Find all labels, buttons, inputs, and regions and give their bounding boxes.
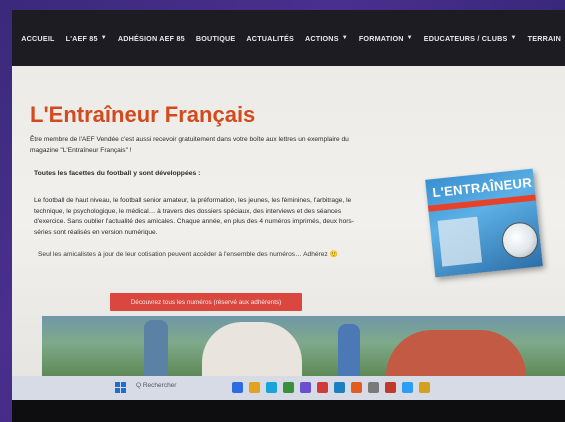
taskbar-app-icon[interactable] — [402, 382, 413, 393]
taskbar-app-icon[interactable] — [385, 382, 396, 393]
taskbar-app-icon[interactable] — [266, 382, 277, 393]
nav-item-label: ACTIONS — [304, 33, 339, 43]
taskbar-search-label: Q Rechercher — [136, 382, 177, 389]
facets-line: Le football de haut niveau, le football … — [34, 197, 352, 204]
football-training-photo — [42, 316, 565, 376]
nav-item[interactable]: FORMATION ▼ — [359, 34, 413, 43]
monitor-screen: ACCUEIL L'AEF 85 ▼ ADHÉSION AEF 85 BOUTIQUE A… — [12, 10, 565, 422]
nav-item[interactable]: ACTIONS ▼ — [305, 34, 348, 43]
nav-item-label: BOUTIQUE — [195, 33, 236, 43]
photo-person — [144, 320, 168, 376]
taskbar-app-icon[interactable] — [419, 382, 430, 393]
nav-item-label: TERRAIN — [527, 33, 561, 43]
discover-issues-button[interactable]: Découvrez tous les numéros (réservé aux … — [110, 293, 302, 311]
page-content: L'Entraîneur Français Être membre de l'A… — [12, 66, 565, 376]
nav-item-label: FORMATION — [358, 33, 404, 43]
taskbar-app-icon[interactable] — [232, 382, 243, 393]
taskbar-app-icons — [232, 382, 430, 393]
taskbar-app-icon[interactable] — [283, 382, 294, 393]
chevron-down-icon: ▼ — [341, 35, 348, 41]
nav-item[interactable]: L'AEF 85 ▼ — [66, 34, 107, 43]
nav-item-label: EDUCATEURS / CLUBS — [423, 33, 508, 43]
chevron-down-icon: ▼ — [510, 35, 517, 41]
nav-item[interactable]: EDUCATEURS / CLUBS ▼ — [424, 34, 517, 43]
photo-person — [338, 324, 360, 376]
taskbar-search[interactable]: Q Rechercher — [136, 382, 176, 389]
photo-person — [386, 330, 526, 376]
intro-line: Être membre de l'AEF Vendée c'est aussi … — [30, 136, 349, 143]
taskbar-app-icon[interactable] — [317, 382, 328, 393]
main-navigation: ACCUEIL L'AEF 85 ▼ ADHÉSION AEF 85 BOUTIQUE A… — [12, 10, 565, 66]
facets-line: d'exercice. Sans oublier l'actualité des… — [34, 218, 354, 225]
chevron-down-icon: ▼ — [100, 35, 107, 41]
facets-line: séries sont réalisés en version numériqu… — [34, 228, 158, 236]
nav-item-label: L'AEF 85 — [65, 33, 98, 43]
intro-line: magazine "L'Entraîneur Français" ! — [30, 146, 132, 154]
nav-item-label: ADHÉSION AEF 85 — [117, 33, 185, 43]
nav-item[interactable]: BOUTIQUE — [196, 34, 236, 43]
intro-paragraph: Être membre de l'AEF Vendée c'est aussi … — [30, 135, 390, 156]
nav-item-label: ACCUEIL — [21, 33, 55, 43]
page-title: L'Entraîneur Français — [30, 102, 256, 127]
taskbar-app-icon[interactable] — [368, 382, 379, 393]
facets-heading: Toutes les facettes du football y sont d… — [34, 170, 201, 177]
nav-item[interactable]: ACCUEIL — [21, 34, 54, 43]
taskbar-app-icon[interactable] — [351, 382, 362, 393]
nav-item[interactable]: ACTUALITÉS — [246, 34, 294, 43]
members-note[interactable]: Seul les amicalistes à jour de leur coti… — [38, 250, 378, 261]
monitor-bezel — [12, 400, 565, 422]
facets-paragraph: Le football de haut niveau, le football … — [34, 196, 394, 238]
taskbar-app-icon[interactable] — [300, 382, 311, 393]
nav-item-label: ACTUALITÉS — [246, 33, 294, 43]
windows-taskbar: Q Rechercher — [12, 376, 565, 400]
taskbar-app-icon[interactable] — [334, 382, 345, 393]
photo-person — [202, 322, 302, 376]
taskbar-app-icon[interactable] — [249, 382, 260, 393]
facets-line: technique, le psychologique, le médical…… — [34, 207, 342, 215]
nav-item[interactable]: TERRAIN — [528, 34, 561, 43]
nav-item[interactable]: ADHÉSION AEF 85 — [118, 34, 185, 43]
football-ball-image — [500, 220, 540, 261]
magazine-cover-image: L'ENTRAÎNEUR — [425, 168, 543, 278]
chevron-down-icon: ▼ — [406, 35, 413, 41]
windows-start-icon[interactable] — [115, 382, 126, 393]
magazine-cover-panel — [437, 216, 483, 267]
